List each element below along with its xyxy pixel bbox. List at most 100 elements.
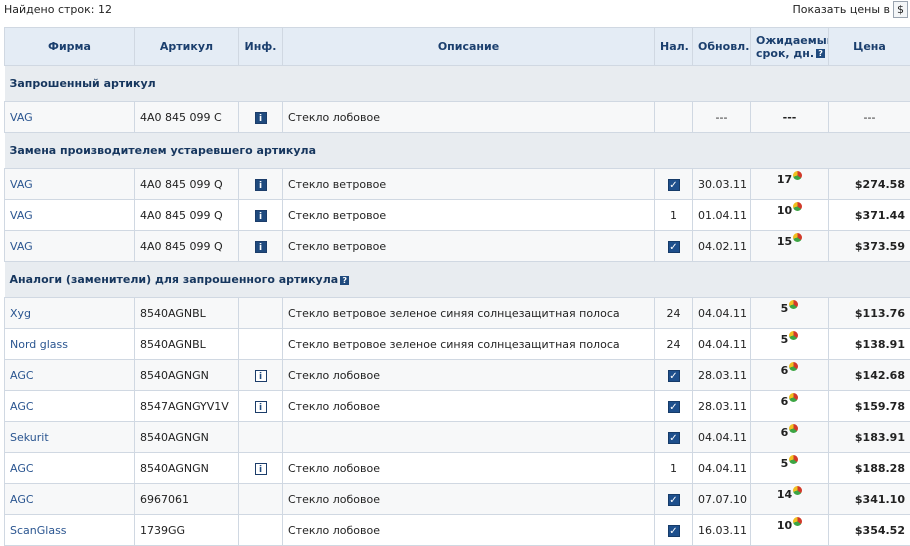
info-icon[interactable]: i	[255, 210, 267, 222]
delivery-stats-pie-icon[interactable]	[789, 393, 798, 402]
updated-date-cell: 07.07.10	[693, 484, 751, 515]
expected-days-value: 10	[777, 204, 792, 217]
table-row[interactable]: VAG4A0 845 099 QiСтекло ветровое✓30.03.1…	[5, 169, 910, 200]
expected-days-value: 5	[781, 457, 789, 470]
column-header-updated[interactable]: Обновл.	[693, 28, 751, 66]
article-cell: 8547AGNGYV1V	[135, 391, 239, 422]
section-header-row: Замена производителем устаревшего артику…	[5, 133, 910, 169]
price-cell: $183.91	[829, 422, 910, 453]
brand-link[interactable]: VAG	[10, 111, 33, 124]
info-icon[interactable]: i	[255, 401, 267, 413]
expected-days-cell: 5	[751, 453, 829, 484]
in-stock-check-icon: ✓	[668, 494, 680, 506]
updated-date-cell: 30.03.11	[693, 169, 751, 200]
stock-cell: 1	[655, 453, 693, 484]
brand-cell: VAG	[5, 102, 135, 133]
stock-cell: ✓	[655, 484, 693, 515]
updated-date-cell: 28.03.11	[693, 391, 751, 422]
expected-days-value: 15	[777, 235, 792, 248]
info-icon[interactable]: i	[255, 241, 267, 253]
section-title: Замена производителем устаревшего артику…	[5, 133, 910, 169]
column-header-info: Инф.	[239, 28, 283, 66]
article-cell: 4A0 845 099 C	[135, 102, 239, 133]
expected-days-value: 14	[777, 488, 792, 501]
rows-found-count: Найдено строк: 12	[4, 3, 112, 16]
column-header-stock[interactable]: Нал.	[655, 28, 693, 66]
delivery-stats-pie-icon[interactable]	[793, 233, 802, 242]
brand-link[interactable]: Nord glass	[10, 338, 68, 351]
column-header-description[interactable]: Описание	[283, 28, 655, 66]
info-icon[interactable]: i	[255, 370, 267, 382]
delivery-stats-pie-icon[interactable]	[793, 202, 802, 211]
updated-date-cell: 04.04.11	[693, 298, 751, 329]
brand-link[interactable]: VAG	[10, 240, 33, 253]
stock-quantity: 1	[670, 209, 677, 222]
column-header-article[interactable]: Артикул	[135, 28, 239, 66]
table-row[interactable]: Xyg8540AGNBLСтекло ветровое зеленое синя…	[5, 298, 910, 329]
info-icon[interactable]: i	[255, 179, 267, 191]
help-icon[interactable]: ?	[340, 276, 349, 285]
section-title: Запрошенный артикул	[5, 66, 910, 102]
brand-link[interactable]: AGC	[10, 493, 34, 506]
currency-select[interactable]: $	[893, 1, 908, 18]
delivery-stats-pie-icon[interactable]	[793, 517, 802, 526]
brand-link[interactable]: AGC	[10, 462, 34, 475]
brand-cell: VAG	[5, 169, 135, 200]
price-cell: $354.52	[829, 515, 910, 546]
column-header-brand[interactable]: Фирма	[5, 28, 135, 66]
brand-link[interactable]: Sekurit	[10, 431, 49, 444]
brand-cell: AGC	[5, 484, 135, 515]
delivery-stats-pie-icon[interactable]	[789, 331, 798, 340]
brand-link[interactable]: AGC	[10, 400, 34, 413]
expected-days-cell: 14	[751, 484, 829, 515]
brand-cell: VAG	[5, 231, 135, 262]
table-row[interactable]: VAG4A0 845 099 CiСтекло лобовое---------	[5, 102, 910, 133]
updated-date-cell: ---	[693, 102, 751, 133]
article-cell: 6967061	[135, 484, 239, 515]
table-row[interactable]: AGC6967061Стекло лобовое✓07.07.1014$341.…	[5, 484, 910, 515]
description-cell: Стекло ветровое	[283, 200, 655, 231]
delivery-stats-pie-icon[interactable]	[789, 362, 798, 371]
stock-cell: ✓	[655, 515, 693, 546]
results-table: Фирма Артикул Инф. Описание Нал. Обновл.…	[4, 27, 910, 546]
info-icon[interactable]: i	[255, 463, 267, 475]
in-stock-check-icon: ✓	[668, 179, 680, 191]
table-row[interactable]: VAG4A0 845 099 QiСтекло ветровое✓04.02.1…	[5, 231, 910, 262]
help-icon[interactable]: ?	[816, 49, 825, 58]
delivery-stats-pie-icon[interactable]	[789, 300, 798, 309]
column-header-price[interactable]: Цена	[829, 28, 910, 66]
expected-days-cell: 10	[751, 515, 829, 546]
brand-link[interactable]: AGC	[10, 369, 34, 382]
info-icon[interactable]: i	[255, 112, 267, 124]
price-cell: $188.28	[829, 453, 910, 484]
table-row[interactable]: Nord glass8540AGNBLСтекло ветровое зелен…	[5, 329, 910, 360]
results-body: Запрошенный артикул VAG 4A0 845 099 C i Стек…	[5, 66, 910, 546]
brand-link[interactable]: VAG	[10, 178, 33, 191]
price-cell: $341.10	[829, 484, 910, 515]
table-row[interactable]: VAG4A0 845 099 QiСтекло ветровое101.04.1…	[5, 200, 910, 231]
section-header-row: Аналоги (заменители) для запрошенного ар…	[5, 262, 910, 298]
table-row[interactable]: ScanGlass1739GGСтекло лобовое✓16.03.1110…	[5, 515, 910, 546]
info-cell: i	[239, 200, 283, 231]
in-stock-check-icon: ✓	[668, 370, 680, 382]
brand-link[interactable]: ScanGlass	[10, 524, 67, 537]
description-cell: Стекло ветровое	[283, 169, 655, 200]
brand-link[interactable]: Xyg	[10, 307, 31, 320]
table-row[interactable]: Sekurit8540AGNGN✓04.04.116$183.91	[5, 422, 910, 453]
delivery-stats-pie-icon[interactable]	[793, 171, 802, 180]
table-row[interactable]: AGC8540AGNGNiСтекло лобовое✓28.03.116$14…	[5, 360, 910, 391]
expected-days-cell: ---	[751, 102, 829, 133]
table-row[interactable]: AGC8547AGNGYV1ViСтекло лобовое✓28.03.116…	[5, 391, 910, 422]
stock-cell: ✓	[655, 360, 693, 391]
stock-cell: 24	[655, 298, 693, 329]
column-header-expected-days[interactable]: Ожидаемый срок, дн.?	[751, 28, 829, 66]
expected-days-cell: 6	[751, 422, 829, 453]
info-cell: i	[239, 231, 283, 262]
delivery-stats-pie-icon[interactable]	[789, 455, 798, 464]
table-row[interactable]: AGC8540AGNGNiСтекло лобовое104.04.115$18…	[5, 453, 910, 484]
delivery-stats-pie-icon[interactable]	[793, 486, 802, 495]
description-cell: Стекло лобовое	[283, 391, 655, 422]
brand-link[interactable]: VAG	[10, 209, 33, 222]
expected-days-value: 6	[781, 426, 789, 439]
delivery-stats-pie-icon[interactable]	[789, 424, 798, 433]
